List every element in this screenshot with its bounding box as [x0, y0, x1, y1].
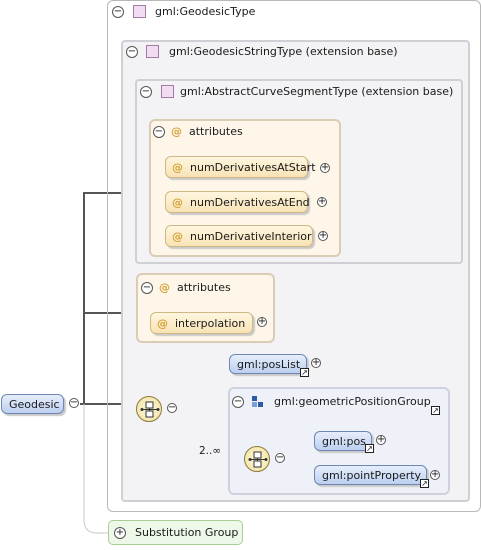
reference-link-icon[interactable]: ↗: [300, 368, 309, 377]
element-label: gml:posList: [237, 357, 301, 371]
attribute-icon: @: [172, 160, 183, 174]
element-label: gml:pointProperty: [322, 468, 422, 482]
collapse-icon[interactable]: −: [141, 281, 153, 294]
attribute-icon: @: [157, 316, 168, 330]
collapse-icon[interactable]: −: [167, 403, 177, 413]
pos-element[interactable]: gml:pos: [314, 431, 372, 451]
expand-icon[interactable]: +: [311, 358, 321, 368]
geodesic-string-type-header: − gml:GeodesicStringType (extension base…: [126, 45, 398, 58]
attribute-name: numDerivativesAtStart: [190, 160, 316, 174]
attribute-num-derivatives-at-start[interactable]: @ numDerivativesAtStart: [165, 156, 316, 178]
expand-icon[interactable]: +: [257, 317, 267, 327]
collapse-icon[interactable]: −: [140, 85, 152, 98]
collapse-icon[interactable]: −: [153, 125, 165, 138]
collapse-icon[interactable]: −: [275, 453, 285, 463]
attribute-name: interpolation: [175, 316, 246, 330]
root-element-label: Geodesic: [9, 397, 60, 411]
reference-link-icon[interactable]: ↗: [431, 406, 440, 415]
sequence-compositor[interactable]: [136, 396, 162, 422]
attribute-icon: @: [159, 281, 170, 294]
multiplicity-label: 2..∞: [199, 445, 222, 457]
expand-icon[interactable]: +: [114, 526, 126, 539]
poslist-element[interactable]: gml:posList: [229, 354, 307, 374]
point-property-element[interactable]: gml:pointProperty: [314, 465, 427, 485]
attributes-label: attributes: [189, 125, 243, 138]
expand-icon[interactable]: +: [320, 163, 330, 173]
sequence-compositor[interactable]: [244, 446, 270, 472]
element-label: gml:pos: [322, 434, 366, 448]
attribute-icon: @: [172, 195, 183, 209]
reference-link-icon[interactable]: ↗: [365, 444, 374, 453]
complex-type-icon: [133, 5, 146, 18]
expand-icon[interactable]: +: [318, 231, 328, 241]
substitution-group[interactable]: + Substitution Group: [108, 520, 243, 545]
attribute-num-derivative-interior[interactable]: @ numDerivativeInterior: [165, 225, 313, 247]
expand-icon[interactable]: +: [430, 470, 440, 480]
abstract-attributes-header: − @ attributes: [153, 125, 243, 138]
geodesic-type-label: gml:GeodesicType: [155, 5, 256, 18]
expand-icon[interactable]: +: [376, 435, 386, 445]
geometric-position-group-header: − gml:geometricPositionGroup: [232, 395, 431, 408]
expand-icon[interactable]: +: [317, 197, 327, 207]
geodesic-string-type-label: gml:GeodesicStringType (extension base): [169, 45, 398, 58]
group-label: gml:geometricPositionGroup: [274, 395, 431, 408]
attribute-name: numDerivativeInterior: [190, 229, 312, 243]
abstract-curve-type-header: − gml:AbstractCurveSegmentType (extensio…: [140, 85, 453, 98]
line-to-substitution: [83, 404, 108, 534]
attributes-label: attributes: [177, 281, 231, 294]
substitution-group-label: Substitution Group: [135, 526, 239, 539]
attribute-name: numDerivativesAtEnd: [190, 195, 310, 209]
collapse-icon[interactable]: −: [112, 5, 124, 18]
geodesic-attributes-header: − @ attributes: [141, 281, 231, 294]
attribute-icon: @: [171, 125, 182, 138]
attribute-interpolation[interactable]: @ interpolation: [150, 312, 253, 334]
reference-link-icon[interactable]: ↗: [420, 479, 429, 488]
collapse-icon[interactable]: −: [232, 395, 244, 408]
complex-type-icon: [161, 85, 174, 98]
sequence-icon: [140, 401, 160, 418]
geodesic-root-element[interactable]: Geodesic: [1, 394, 64, 414]
attribute-icon: @: [172, 229, 183, 243]
group-icon: [252, 395, 263, 407]
attribute-num-derivatives-at-end[interactable]: @ numDerivativesAtEnd: [165, 191, 310, 213]
collapse-icon[interactable]: −: [126, 45, 138, 58]
sequence-icon: [248, 451, 268, 468]
collapse-icon[interactable]: −: [69, 398, 79, 408]
complex-type-icon: [146, 45, 159, 58]
abstract-curve-type-label: gml:AbstractCurveSegmentType (extension …: [180, 85, 454, 98]
geodesic-type-header: − gml:GeodesicType: [112, 5, 255, 18]
